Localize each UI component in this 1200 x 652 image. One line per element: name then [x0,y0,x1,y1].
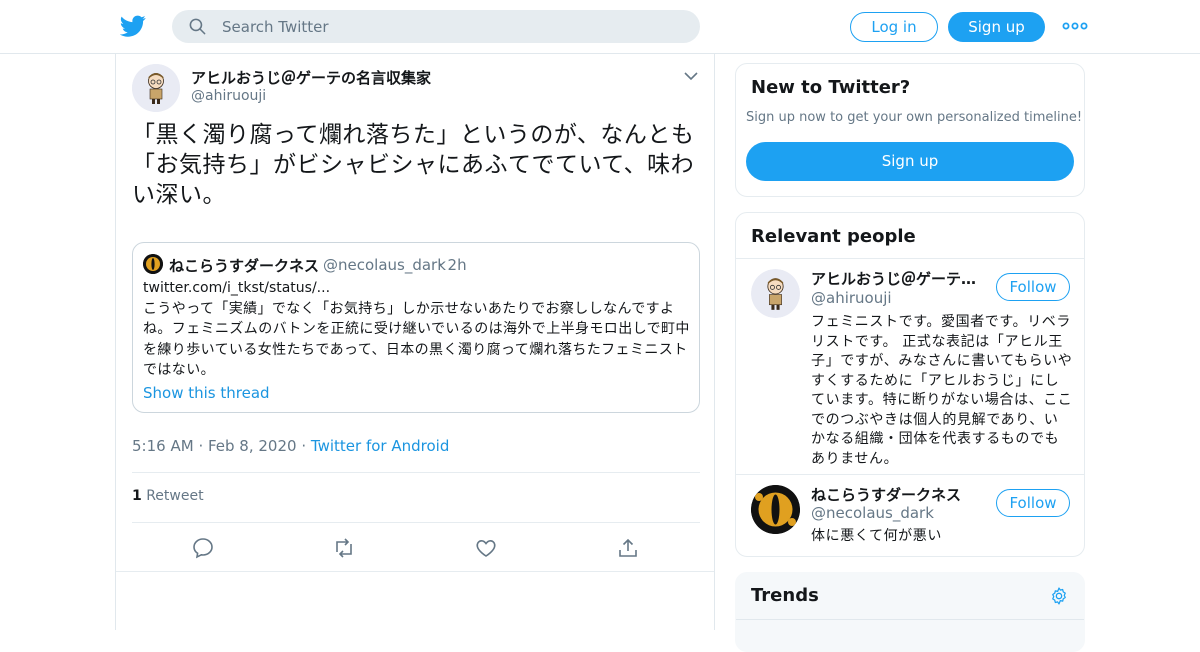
person-bio: フェミニストです。愛国者です。リベラリストです。 正式な表記は「アヒル王子」です… [811,314,1073,467]
avatar[interactable] [132,64,180,112]
divider [132,522,700,523]
tweet-author-handle[interactable]: @ahiruouji [191,88,266,104]
cat-eye-icon [143,254,163,274]
search-icon [189,18,206,35]
tweet-source-link[interactable]: Twitter for Android [311,437,449,455]
retweet-stats[interactable]: 1 Retweet [132,488,204,504]
quote-time: · 2h [438,256,467,274]
tweet-text: 「黒く濁り腐って爛れ落ちた」というのが、なんとも「お気持ち」がビシャビシャにあふ… [132,122,695,208]
tweet-actions [116,532,716,572]
quote-link[interactable]: twitter.com/i_tkst/status/... [143,280,330,296]
divider [736,258,1084,259]
quote-author-name: ねこらうすダークネス [169,257,320,275]
person-handle[interactable]: @ahiruouji [811,289,892,307]
show-thread-link[interactable]: Show this thread [143,384,270,402]
twitter-bird-icon[interactable] [120,13,146,39]
duck-avatar-icon [132,64,180,112]
relevant-people-card: Relevant people アヒルおうじ＠ゲーテ… @ahiruouji F… [735,212,1085,557]
follow-button[interactable]: Follow [996,489,1070,517]
tweet-column: アヒルおうじ＠ゲーテの名言収集家 @ahiruouji 「黒く濁り腐って爛れ落ち… [115,54,715,630]
share-icon[interactable] [616,536,640,560]
divider [116,571,714,572]
quoted-tweet[interactable]: ねこらうすダークネス @necolaus_dark · 2h twitter.c… [132,242,700,413]
tweet-date: Feb 8, 2020 [207,437,297,455]
login-button[interactable]: Log in [850,12,938,42]
quote-text: こうやって「実績」でなく「お気持ち」しか示せないあたりでお察ししなんですよね。フ… [143,301,690,378]
cat-eye-icon [751,485,800,534]
reply-icon[interactable] [191,536,215,560]
duck-avatar-icon [751,269,800,318]
tweet-meta: 5:16 AM · Feb 8, 2020 · Twitter for Andr… [132,437,450,455]
person-name[interactable]: アヒルおうじ＠ゲーテ… [811,268,976,289]
tweet-time: 5:16 AM [132,437,194,455]
person-bio: 体に悪くて何が悪い [811,528,942,544]
tweet-author-name[interactable]: アヒルおうじ＠ゲーテの名言収集家 [191,67,431,88]
divider [736,619,1084,620]
quote-author-handle: @necolaus_dark [323,256,446,274]
new-to-twitter-card: New to Twitter? Sign up now to get your … [735,63,1085,197]
retweet-icon[interactable] [332,536,356,560]
gear-icon[interactable] [1049,586,1069,606]
retweet-count: 1 [132,488,142,504]
sidebar-signup-button[interactable]: Sign up [746,142,1074,181]
trends-card: Trends [735,572,1085,652]
avatar[interactable] [751,269,800,318]
person-handle[interactable]: @necolaus_dark [811,504,934,522]
like-icon[interactable] [474,536,498,560]
top-bar: Search Twitter Log in Sign up [0,0,1200,54]
avatar[interactable] [751,485,800,534]
search-input[interactable]: Search Twitter [172,10,700,43]
card-title: New to Twitter? [751,77,911,98]
card-title: Trends [751,585,819,606]
card-title: Relevant people [751,226,916,247]
divider [736,474,1084,475]
chevron-down-icon[interactable] [683,70,699,82]
more-icon[interactable] [1062,18,1088,34]
card-subtitle: Sign up now to get your own personalized… [746,110,1083,125]
divider [132,472,700,473]
search-placeholder: Search Twitter [222,18,329,36]
retweet-label: Retweet [146,488,204,504]
quote-avatar [143,254,163,274]
signup-button[interactable]: Sign up [948,12,1045,42]
person-name[interactable]: ねこらうすダークネス [811,484,961,505]
follow-button[interactable]: Follow [996,273,1070,301]
